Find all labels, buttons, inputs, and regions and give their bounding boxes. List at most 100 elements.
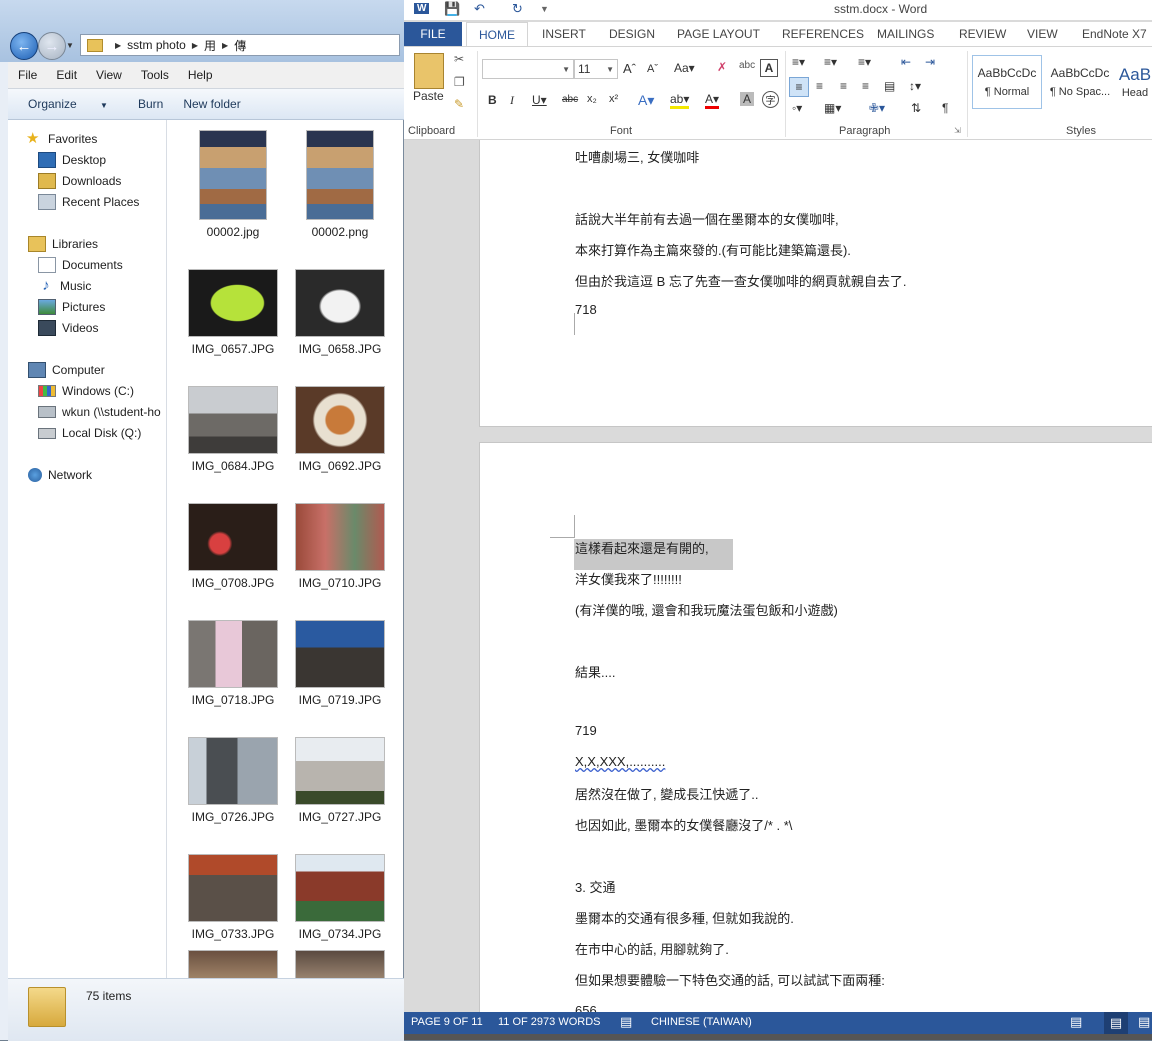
file-item[interactable]: IMG_0733.JPG <box>183 854 283 941</box>
file-item[interactable]: IMG_0727.JPG <box>290 737 390 824</box>
organize-button[interactable]: Organize ▼ <box>18 97 118 111</box>
breadcrumb-segment[interactable]: 傳 <box>234 37 246 54</box>
burn-button[interactable]: Burn <box>138 97 163 111</box>
word-count[interactable]: 11 OF 2973 WORDS <box>498 1016 601 1028</box>
word-app-icon[interactable]: W <box>414 3 430 14</box>
paste-icon[interactable] <box>414 53 444 89</box>
menu-tools[interactable]: Tools <box>141 68 169 82</box>
paragraph[interactable]: 本來打算作為主篇來發的.(有可能比建築篇還長). <box>575 240 851 259</box>
bold-button[interactable]: B <box>488 93 497 107</box>
file-item[interactable]: IMG_0658.JPG <box>290 269 390 356</box>
tab-design[interactable]: DESIGN <box>609 27 655 41</box>
read-mode-icon[interactable]: ▤ <box>1070 1014 1082 1030</box>
enclose-characters-icon[interactable]: A <box>760 59 778 77</box>
superscript-button[interactable]: x² <box>609 93 618 105</box>
file-item[interactable]: 00002.png <box>290 130 390 239</box>
shading-icon[interactable]: ◦▾ <box>792 101 802 115</box>
file-item[interactable]: IMG_0657.JPG <box>183 269 283 356</box>
paragraph[interactable]: 但由於我這逗 B 忘了先查一查女僕咖啡的網頁就親自去了. <box>575 271 907 290</box>
font-color-icon[interactable]: A▾ <box>705 92 720 109</box>
breadcrumb-segment[interactable]: 用 <box>204 37 216 54</box>
highlight-color-icon[interactable]: ab▾ <box>670 92 690 109</box>
nav-network[interactable]: Network <box>28 465 92 485</box>
paragraph[interactable]: 這樣看起來還是有開的, <box>575 538 709 557</box>
clear-formatting-icon[interactable]: ✗ <box>717 60 727 74</box>
nav-wkun[interactable]: wkun (\\student-ho <box>38 402 161 422</box>
font-size-select[interactable]: 11 ▼ <box>574 59 618 79</box>
paragraph[interactable]: 話說大半年前有去過一個在墨爾本的女僕咖啡, <box>575 209 839 228</box>
save-icon[interactable]: 💾 <box>444 1 460 17</box>
tab-review[interactable]: REVIEW <box>959 27 1006 41</box>
paragraph[interactable]: 718 <box>575 302 597 317</box>
address-bar[interactable]: ▶ sstm photo ▶ 用 ▶ 傳 <box>80 34 400 56</box>
style-no-spacing[interactable]: AaBbCcDc ¶ No Spac... <box>1045 55 1115 109</box>
nav-downloads[interactable]: Downloads <box>38 171 121 191</box>
redo-icon[interactable]: ↻ <box>512 1 523 17</box>
nav-favorites[interactable]: ★ Favorites <box>26 129 97 149</box>
language-indicator[interactable]: CHINESE (TAIWAN) <box>651 1016 752 1028</box>
file-item[interactable]: IMG_0726.JPG <box>183 737 283 824</box>
tab-file[interactable]: FILE <box>404 22 462 46</box>
tab-page-layout[interactable]: PAGE LAYOUT <box>677 27 760 41</box>
nav-desktop[interactable]: Desktop <box>38 150 106 170</box>
nav-windows-c[interactable]: Windows (C:) <box>38 381 134 401</box>
file-item[interactable]: IMG_0710.JPG <box>290 503 390 590</box>
shrink-font-icon[interactable]: Aˇ <box>647 63 658 75</box>
undo-icon[interactable]: ↶ <box>474 1 485 17</box>
asian-layout-icon[interactable]: ✙▾ <box>869 101 885 115</box>
proofing-icon[interactable]: ▤ <box>620 1014 632 1030</box>
web-layout-icon[interactable]: ▤ <box>1138 1014 1150 1030</box>
style-heading[interactable]: AaB Head <box>1118 55 1152 109</box>
page-indicator[interactable]: PAGE 9 OF 11 <box>411 1016 483 1028</box>
paste-button[interactable]: Paste <box>413 89 444 103</box>
breadcrumb-arrow-icon[interactable]: ▶ <box>192 41 198 50</box>
file-item[interactable] <box>183 950 283 978</box>
text-effects-icon[interactable]: A▾ <box>638 92 654 109</box>
file-item[interactable]: IMG_0708.JPG <box>183 503 283 590</box>
nav-documents[interactable]: Documents <box>38 255 123 275</box>
menu-edit[interactable]: Edit <box>56 68 77 82</box>
font-name-select[interactable]: ▼ <box>482 59 574 79</box>
paragraph[interactable]: 但如果想要體驗一下特色交通的話, 可以試試下面兩種: <box>575 970 885 989</box>
change-case-icon[interactable]: Aa▾ <box>674 61 695 75</box>
sort-icon[interactable]: ⇅ <box>911 101 921 115</box>
paragraph[interactable]: 656 <box>575 1003 597 1012</box>
document-page[interactable]: 吐嘈劇場三, 女僕咖啡 話說大半年前有去過一個在墨爾本的女僕咖啡, 本來打算作為… <box>479 140 1152 427</box>
menu-file[interactable]: File <box>18 68 37 82</box>
format-painter-icon[interactable]: ✎ <box>454 97 464 111</box>
nav-recent-places[interactable]: Recent Places <box>38 192 139 212</box>
document-page[interactable]: 這樣看起來還是有開的, 洋女僕我來了!!!!!!!! (有洋僕的哦, 還會和我玩… <box>479 442 1152 1012</box>
menu-view[interactable]: View <box>96 68 122 82</box>
grow-font-icon[interactable]: Aˆ <box>623 61 636 76</box>
forward-button[interactable]: → <box>38 32 66 60</box>
show-hide-formatting-icon[interactable]: ¶ <box>942 101 948 115</box>
tab-home[interactable]: HOME <box>466 22 528 46</box>
nav-pictures[interactable]: Pictures <box>38 297 105 317</box>
justify-button[interactable]: ≡ <box>862 79 869 93</box>
breadcrumb-segment[interactable]: sstm photo <box>127 38 186 52</box>
file-item[interactable]: IMG_0734.JPG <box>290 854 390 941</box>
paragraph[interactable]: (有洋僕的哦, 還會和我玩魔法蛋包飯和小遊戲) <box>575 600 838 619</box>
paragraph[interactable]: 在市中心的話, 用腳就夠了. <box>575 939 729 958</box>
cut-icon[interactable]: ✂ <box>454 52 464 66</box>
style-normal[interactable]: AaBbCcDc ¶ Normal <box>972 55 1042 109</box>
nav-computer[interactable]: Computer <box>28 360 105 380</box>
nav-videos[interactable]: Videos <box>38 318 98 338</box>
dialog-launcher-icon[interactable]: ⇲ <box>954 126 961 135</box>
back-button[interactable]: ← <box>10 32 38 60</box>
document-area[interactable]: 吐嘈劇場三, 女僕咖啡 話說大半年前有去過一個在墨爾本的女僕咖啡, 本來打算作為… <box>404 140 1152 1012</box>
new-folder-button[interactable]: New folder <box>183 97 240 111</box>
file-item[interactable] <box>290 950 390 978</box>
tab-view[interactable]: VIEW <box>1027 27 1058 41</box>
align-right-button[interactable]: ≡ <box>840 79 847 93</box>
paragraph[interactable]: 719 <box>575 723 597 738</box>
underline-button[interactable]: U▾ <box>532 93 547 107</box>
paragraph[interactable]: 居然沒在做了, 變成長江快遞了.. <box>575 784 758 803</box>
history-dropdown-icon[interactable]: ▼ <box>66 41 74 50</box>
italic-button[interactable]: I <box>510 93 514 108</box>
strikethrough-button[interactable]: abc <box>562 94 578 105</box>
subscript-button[interactable]: x₂ <box>587 93 597 105</box>
phonetic-guide-icon[interactable]: abc <box>739 60 755 71</box>
increase-indent-icon[interactable]: ⇥ <box>925 55 935 69</box>
paragraph[interactable]: 也因如此, 墨爾本的女僕餐廳沒了/* . *\ <box>575 815 792 834</box>
